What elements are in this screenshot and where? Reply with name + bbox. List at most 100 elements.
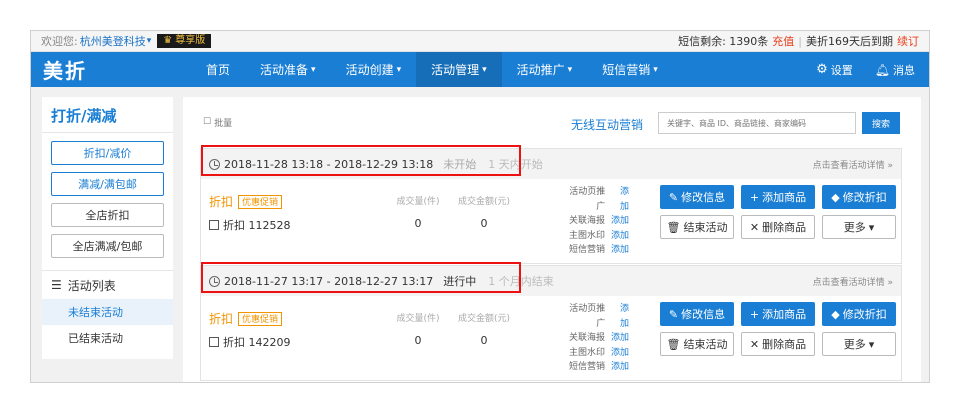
nav-item-promote[interactable]: 活动推广 ▾ <box>502 52 588 87</box>
discount-button[interactable]: 折扣/减价 <box>51 141 164 165</box>
time-hint: 1 天内开始 <box>488 158 543 171</box>
amount-stat: 成交金额(元) 0 <box>457 314 511 347</box>
add-link[interactable]: 添加 <box>611 346 629 361</box>
edit-info-button[interactable]: ✎ 修改信息 <box>660 185 734 209</box>
nav-tools: ⚙ 设置 🔔︎ 消息 <box>816 62 929 78</box>
end-activity-button[interactable]: 🗑︎ 结束活动 <box>660 215 734 239</box>
divider: | <box>798 34 802 48</box>
sidebar-item-ended[interactable]: 已结束活动 <box>42 325 173 351</box>
gear-icon: ⚙ <box>816 62 828 77</box>
search-input[interactable] <box>658 112 856 134</box>
edit-discount-button[interactable]: ◆ 修改折扣 <box>822 185 896 209</box>
nav-item-home[interactable]: 首页 <box>191 52 245 87</box>
plus-icon: + <box>749 307 760 321</box>
chevron-down-icon: ▾ <box>311 64 316 75</box>
nav-item-manage[interactable]: 活动管理 ▾ <box>416 52 502 87</box>
activity-type: 折扣 <box>209 195 234 209</box>
store-discount-button[interactable]: 全店折扣 <box>51 203 164 227</box>
recharge-link[interactable]: 充值 <box>772 33 794 49</box>
main-content: ☐批量 无线互动营销 搜索 2018-11-28 13:18 - 2018-12… <box>183 97 921 382</box>
renew-link[interactable]: 续订 <box>897 33 919 49</box>
settings-button[interactable]: ⚙ 设置 <box>816 62 853 78</box>
add-link[interactable]: 添加 <box>611 214 629 229</box>
card-header: 2018-11-27 13:17 - 2018-12-27 13:17 进行中 … <box>201 262 901 296</box>
edit-discount-button[interactable]: ◆ 修改折扣 <box>822 302 896 326</box>
view-detail-link[interactable]: 点击查看活动详情 » <box>813 275 901 288</box>
list-item: 活动页推广 添加 <box>561 185 629 214</box>
tag-icon: ◆ <box>831 307 840 321</box>
top-bar: 欢迎您: 杭州美登科技 ▾ ♛ 尊享版 短信剩余: 1390条 充值 | 美折16… <box>31 31 929 52</box>
close-icon: ✕ <box>749 337 760 351</box>
batch-button[interactable]: ☐ 批量 <box>203 116 232 129</box>
card-body: 折扣 优惠促销 折扣 142209 成交量(件) 0 成交金额(元) 0 活动页推广… <box>201 296 901 381</box>
add-product-button[interactable]: + 添加商品 <box>741 302 815 326</box>
sms-remaining: 短信剩余: 1390条 <box>678 35 769 48</box>
main-nav: 美折 首页 活动准备 ▾ 活动创建 ▾ 活动管理 ▾ 活动推广 ▾ 短信营销 ▾ ⚙ 设置 … <box>31 52 929 87</box>
search-button[interactable]: 搜索 <box>862 112 900 134</box>
store-reduction-button[interactable]: 全店满减/包邮 <box>51 234 164 258</box>
activity-list-header: ☰ 活动列表 <box>51 278 116 293</box>
more-button[interactable]: 更多 ▾ <box>822 332 896 356</box>
trash-icon: 🗑︎ <box>666 337 681 351</box>
chevron-down-icon: ▾ <box>396 64 402 75</box>
delete-product-button[interactable]: ✕ 删除商品 <box>741 332 815 356</box>
card-header: 2018-11-28 13:18 - 2018-12-29 13:18 未开始 … <box>201 145 901 179</box>
crown-icon: ♛ <box>163 35 173 46</box>
list-item: 短信营销 添加 <box>561 243 629 258</box>
end-activity-button[interactable]: 🗑︎ 结束活动 <box>660 332 734 356</box>
caret-down-icon: ▾ <box>868 220 875 234</box>
messages-button[interactable]: 🔔︎ 消息 <box>875 62 915 78</box>
nav-menu: 首页 活动准备 ▾ 活动创建 ▾ 活动管理 ▾ 活动推广 ▾ 短信营销 ▾ <box>191 52 673 87</box>
list-item: 主图水印 添加 <box>561 346 629 361</box>
toolbar: ☐批量 无线互动营销 搜索 <box>183 97 921 149</box>
add-link[interactable]: 添加 <box>611 302 629 331</box>
add-link[interactable]: 添加 <box>611 185 629 214</box>
activity-id: 折扣 142209 <box>209 334 291 350</box>
edit-info-button[interactable]: ✎ 修改信息 <box>660 302 734 326</box>
vip-badge: ♛ 尊享版 <box>157 34 212 48</box>
type-row: 折扣 优惠促销 <box>209 310 283 327</box>
promo-badge: 优惠促销 <box>238 194 283 209</box>
qty-stat: 成交量(件) 0 <box>396 197 440 230</box>
card-body: 折扣 优惠促销 折扣 112528 成交量(件) 0 成交金额(元) 0 活动页推广… <box>201 179 901 264</box>
activity-time: 2018-11-27 13:17 - 2018-12-27 13:17 <box>224 274 434 288</box>
close-icon: ✕ <box>749 220 760 234</box>
bell-icon: 🔔︎ <box>874 62 890 77</box>
shop-name-link[interactable]: 杭州美登科技 <box>80 33 146 49</box>
list-item: 主图水印 添加 <box>561 229 629 244</box>
add-link[interactable]: 添加 <box>611 229 629 244</box>
chevron-down-icon: ▾ <box>567 64 573 75</box>
add-link[interactable]: 添加 <box>611 360 629 375</box>
pencil-icon: ✎ <box>668 307 679 321</box>
sidebar: 打折/满减 折扣/减价 满减/满包邮 全店折扣 全店满减/包邮 ☰ 活动列表 未结… <box>42 97 173 359</box>
sidebar-item-ongoing[interactable]: 未结束活动 <box>42 299 173 325</box>
welcome-text: 欢迎您: <box>41 35 78 48</box>
nav-item-prepare[interactable]: 活动准备 ▾ <box>245 52 331 87</box>
view-detail-link[interactable]: 点击查看活动详情 » <box>813 158 901 171</box>
clock-icon <box>209 275 220 287</box>
nav-item-sms[interactable]: 短信营销 ▾ <box>587 52 673 87</box>
add-link[interactable]: 添加 <box>611 243 629 258</box>
activity-time: 2018-11-28 13:18 - 2018-12-29 13:18 <box>224 157 434 171</box>
tag-icon <box>209 220 219 230</box>
add-product-button[interactable]: + 添加商品 <box>741 185 815 209</box>
clock-icon <box>209 158 220 170</box>
delete-product-button[interactable]: ✕ 删除商品 <box>741 215 815 239</box>
more-button[interactable]: 更多 ▾ <box>822 215 896 239</box>
chevron-down-icon[interactable]: ▾ <box>147 36 152 46</box>
full-reduction-button[interactable]: 满减/满包邮 <box>51 172 164 196</box>
qty-stat: 成交量(件) 0 <box>396 314 440 347</box>
sidebar-buttons: 折扣/减价 满减/满包邮 全店折扣 全店满减/包邮 <box>42 133 173 258</box>
activity-list: ☰ 活动列表 未结束活动 已结束活动 <box>42 270 173 351</box>
promo-badge: 优惠促销 <box>238 311 283 326</box>
type-row: 折扣 优惠促销 <box>209 193 283 210</box>
wireless-marketing-link[interactable]: 无线互动营销 <box>571 116 643 133</box>
action-buttons: ✎ 修改信息 + 添加商品 ◆ 修改折扣 🗑︎ 结束活动 ✕ 删除商品 更多 ▾ <box>660 302 896 356</box>
nav-item-create[interactable]: 活动创建 ▾ <box>331 52 417 87</box>
caret-down-icon: ▾ <box>868 337 875 351</box>
chevron-down-icon: ▾ <box>653 64 658 75</box>
time-hint: 1 个月内结束 <box>488 275 554 288</box>
logo[interactable]: 美折 <box>31 55 191 84</box>
list-item: 活动页推广 添加 <box>561 302 629 331</box>
add-link[interactable]: 添加 <box>611 331 629 346</box>
